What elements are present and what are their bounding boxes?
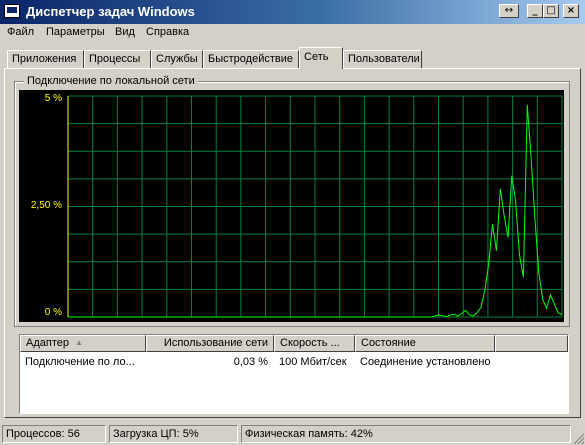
title-bar[interactable]: Диспетчер задач Windows ↔ _ □ × — [0, 0, 585, 24]
y-label-min: 0 % — [44, 307, 62, 318]
column-header-adapter-label: Адаптер — [26, 337, 69, 349]
cell-network-utilization: 0,03 % — [233, 356, 268, 368]
status-processes: Процессов: 56 — [2, 425, 106, 443]
column-header-link-speed[interactable]: Скорость ... — [274, 335, 355, 352]
cell-link-speed: 100 Мбит/сек — [279, 356, 347, 368]
task-manager-app-icon — [4, 4, 20, 18]
status-physical-memory: Физическая память: 42% — [241, 425, 571, 443]
tab-strip: Приложения Процессы Службы Быстродействи… — [7, 47, 577, 69]
tab-processes[interactable]: Процессы — [84, 50, 151, 68]
tab-performance[interactable]: Быстродействие — [203, 50, 299, 68]
adapter-list[interactable]: Адаптер ▲ Использование сети Скорость ...… — [19, 334, 569, 414]
task-manager-window: Диспетчер задач Windows ↔ _ □ × Файл Пар… — [0, 0, 585, 445]
tab-users[interactable]: Пользователи — [343, 50, 422, 68]
y-label-mid: 2,50 % — [30, 200, 62, 211]
menu-options[interactable]: Параметры — [46, 26, 105, 38]
resize-arrows-button[interactable]: ↔ — [499, 4, 519, 18]
column-header-adapter[interactable]: Адаптер ▲ — [20, 335, 146, 352]
menu-bar: Файл Параметры Вид Справка — [0, 24, 585, 42]
resize-grip-icon[interactable] — [572, 432, 584, 444]
close-button[interactable]: × — [563, 4, 579, 18]
minimize-button[interactable]: _ — [527, 4, 543, 18]
menu-help[interactable]: Справка — [146, 26, 189, 38]
menu-file[interactable]: Файл — [7, 26, 34, 38]
column-header-state[interactable]: Состояние — [355, 335, 495, 352]
tab-applications[interactable]: Приложения — [7, 50, 84, 68]
y-label-max: 5 % — [44, 93, 62, 104]
column-header-network-utilization[interactable]: Использование сети — [146, 335, 274, 352]
network-utilization-graph: 5 % 2,50 % 0 % — [19, 90, 564, 322]
window-title: Диспетчер задач Windows — [26, 4, 195, 19]
group-title: Подключение по локальной сети — [24, 75, 198, 87]
cell-state: Соединение установлено — [360, 356, 491, 368]
tab-services[interactable]: Службы — [151, 50, 203, 68]
status-bar: Процессов: 56 Загрузка ЦП: 5% Физическая… — [0, 423, 585, 445]
column-header-filler — [495, 335, 568, 352]
maximize-button[interactable]: □ — [543, 4, 559, 18]
tab-networking[interactable]: Сеть — [299, 47, 343, 69]
graph-canvas — [67, 95, 563, 318]
cell-adapter-name: Подключение по ло... — [25, 356, 135, 368]
menu-view[interactable]: Вид — [115, 26, 135, 38]
status-cpu-usage: Загрузка ЦП: 5% — [109, 425, 238, 443]
sort-ascending-icon: ▲ — [74, 338, 83, 347]
